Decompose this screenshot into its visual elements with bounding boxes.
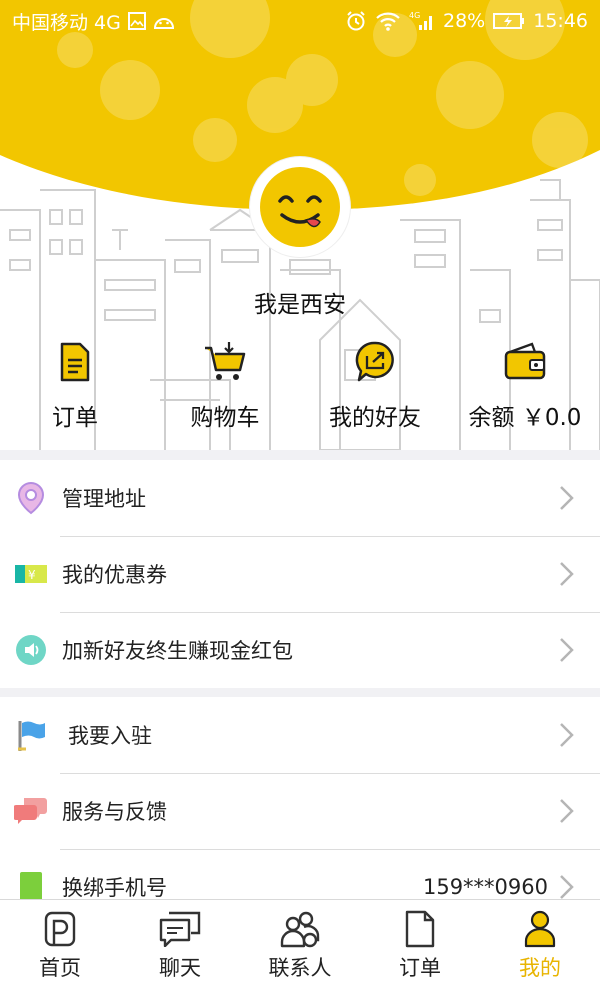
chevron-right-icon <box>560 486 574 510</box>
profile-header: 中国移动 4G 4G 28% 15:46 我是西安 订单 购物车 我的好友 余额… <box>0 0 600 450</box>
chevron-right-icon <box>560 875 574 899</box>
tab-label: 首页 <box>39 956 81 980</box>
image-notification-icon <box>127 11 147 31</box>
tab-label: 订单 <box>399 956 441 980</box>
tab-label: 我的 <box>519 956 561 980</box>
order-icon <box>60 338 90 386</box>
wifi-icon <box>375 11 401 31</box>
menu-item-label: 我的优惠券 <box>62 563 167 587</box>
tab-orders[interactable]: 订单 <box>360 900 480 987</box>
menu-item-invite-friends[interactable]: 加新好友终生赚现金红包 <box>0 612 600 688</box>
quick-action-friends[interactable]: 我的好友 <box>300 338 450 438</box>
android-icon <box>153 13 175 29</box>
svg-text:4G: 4G <box>409 11 420 20</box>
home-icon <box>43 910 77 948</box>
tab-home[interactable]: 首页 <box>0 900 120 987</box>
menu-item-join-merchant[interactable]: 我要入驻 <box>0 697 600 773</box>
quick-action-cart[interactable]: 购物车 <box>150 338 300 438</box>
menu-item-service-feedback[interactable]: 服务与反馈 <box>0 773 600 849</box>
tab-contacts[interactable]: 联系人 <box>240 900 360 987</box>
tab-label: 聊天 <box>159 956 201 980</box>
svg-text:¥: ¥ <box>28 568 36 582</box>
username: 我是西安 <box>254 292 346 318</box>
menu-item-label: 我要入驻 <box>68 724 152 748</box>
tab-label: 联系人 <box>268 956 332 980</box>
chevron-right-icon <box>560 799 574 823</box>
quick-action-label: 我的好友 <box>329 405 421 431</box>
signal-4g-icon: 4G <box>409 10 435 32</box>
share-friends-icon <box>355 338 395 386</box>
menu-item-manage-address[interactable]: 管理地址 <box>0 460 600 536</box>
chat-bubbles-icon <box>14 794 48 828</box>
phone-icon <box>14 870 48 899</box>
carrier-label: 中国移动 4G <box>12 11 121 34</box>
menu-group-settings: 我要入驻 服务与反馈 换绑手机号 159***0960 <box>0 697 600 899</box>
menu-group-account: 管理地址 ¥ 我的优惠券 加新好友终生赚现金红包 <box>0 460 600 688</box>
document-icon <box>405 910 435 948</box>
chat-icon <box>159 910 201 948</box>
avatar[interactable] <box>250 157 350 257</box>
wallet-icon <box>504 338 546 386</box>
menu-item-label: 服务与反馈 <box>62 800 167 824</box>
profile-screen: 中国移动 4G 4G 28% 15:46 我是西安 订单 购物车 我的好友 余额… <box>0 0 600 987</box>
quick-actions: 订单 购物车 我的好友 余额 ￥0.0 <box>0 338 600 438</box>
menu-item-change-phone[interactable]: 换绑手机号 159***0960 <box>0 849 600 899</box>
chevron-right-icon <box>560 562 574 586</box>
quick-action-label: 余额 ￥0.0 <box>468 405 582 431</box>
quick-action-label: 订单 <box>52 405 98 431</box>
contacts-icon <box>280 910 320 948</box>
alarm-icon <box>345 10 367 32</box>
speaker-icon <box>14 633 48 667</box>
chevron-right-icon <box>560 638 574 662</box>
battery-percent: 28% <box>443 10 486 32</box>
clock-time: 15:46 <box>533 10 588 32</box>
menu-item-label: 加新好友终生赚现金红包 <box>62 639 293 663</box>
tab-profile[interactable]: 我的 <box>480 900 600 987</box>
status-bar: 中国移动 4G 4G 28% 15:46 <box>0 0 600 42</box>
coupon-icon: ¥ <box>14 557 48 591</box>
smiley-face-icon <box>260 167 340 247</box>
profile-icon <box>524 910 556 948</box>
chevron-right-icon <box>560 723 574 747</box>
menu-item-label: 管理地址 <box>62 487 146 511</box>
phone-number-value: 159***0960 <box>422 875 548 899</box>
bottom-tab-bar: 首页 聊天 联系人 订单 我的 <box>0 899 600 987</box>
quick-action-label: 购物车 <box>190 405 260 431</box>
location-pin-icon <box>14 481 48 515</box>
flag-icon <box>14 718 48 752</box>
quick-action-balance[interactable]: 余额 ￥0.0 <box>450 338 600 438</box>
cart-icon <box>203 338 247 386</box>
quick-action-orders[interactable]: 订单 <box>0 338 150 438</box>
battery-charging-icon <box>493 12 525 30</box>
menu-item-label: 换绑手机号 <box>62 876 167 899</box>
menu-item-coupons[interactable]: ¥ 我的优惠券 <box>0 536 600 612</box>
tab-chat[interactable]: 聊天 <box>120 900 240 987</box>
